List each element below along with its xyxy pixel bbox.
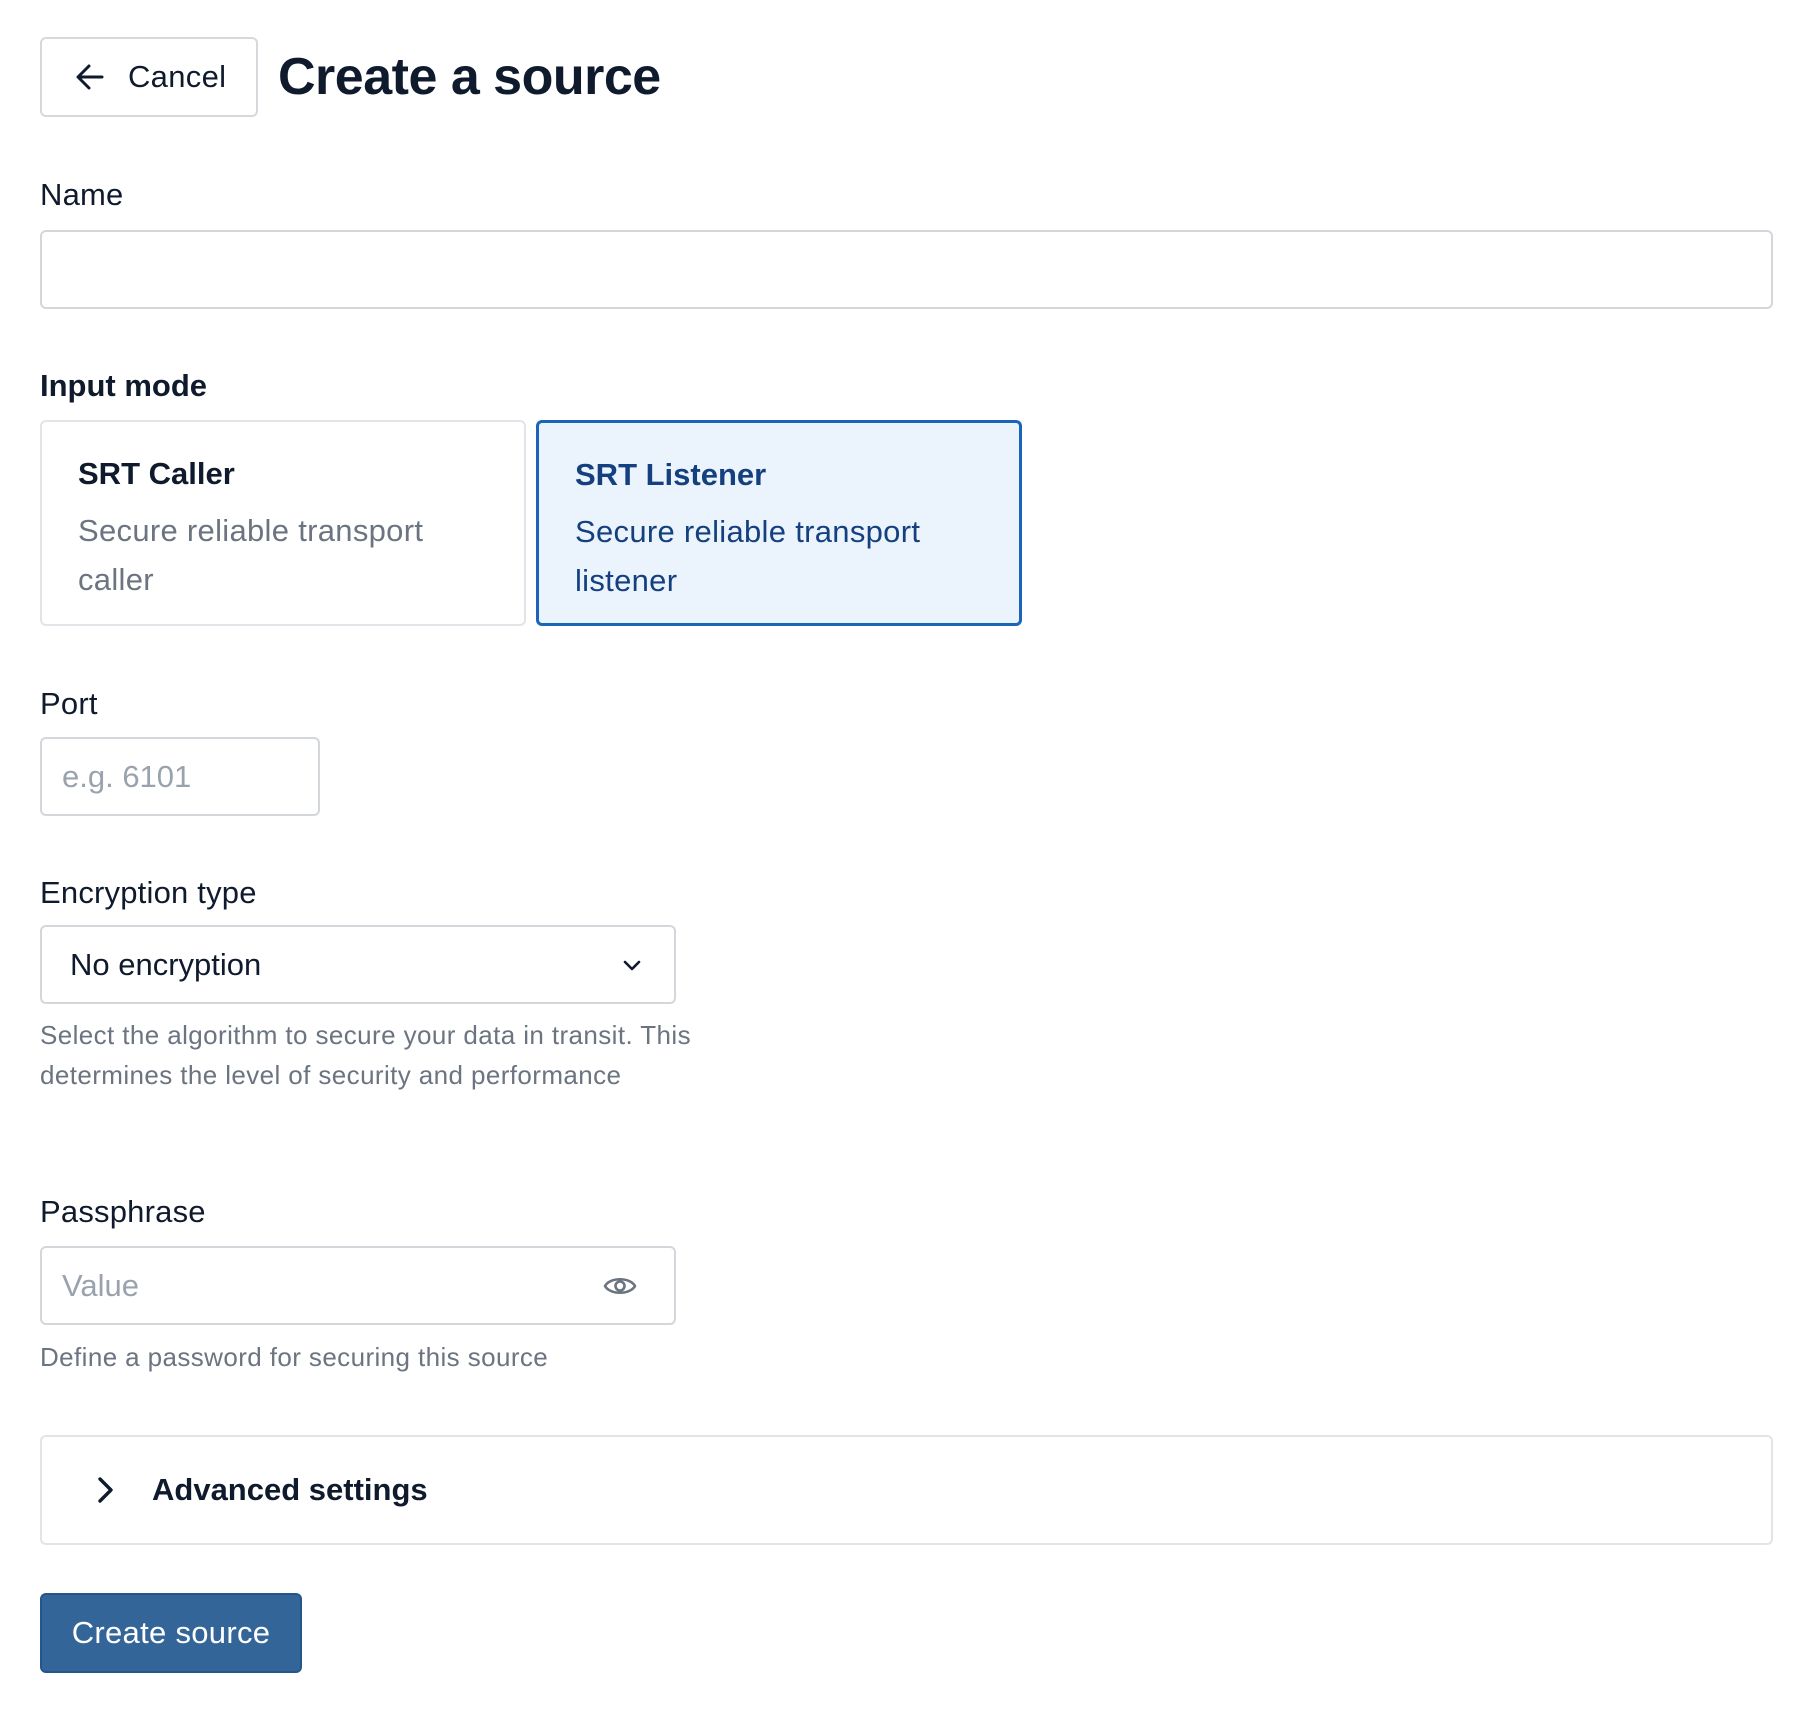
input-mode-option-srt-caller[interactable]: SRT Caller Secure reliable transport cal…: [40, 420, 526, 626]
passphrase-field[interactable]: [40, 1246, 676, 1325]
option-description: Secure reliable transport caller: [78, 513, 424, 597]
create-source-button[interactable]: Create source: [40, 1593, 302, 1673]
option-title: SRT Caller: [78, 456, 235, 491]
encryption-type-label: Encryption type: [40, 875, 257, 910]
cancel-button[interactable]: Cancel: [40, 37, 258, 117]
port-field[interactable]: [40, 737, 320, 816]
port-label: Port: [40, 686, 98, 721]
page-header: Cancel Create a source: [40, 37, 1773, 117]
passphrase-field-wrapper: [40, 1246, 676, 1325]
page-title: Create a source: [278, 48, 661, 106]
chevron-down-icon: [620, 953, 644, 977]
option-description: Secure reliable transport listener: [575, 514, 921, 598]
passphrase-help: Define a password for securing this sour…: [40, 1342, 549, 1372]
arrow-left-icon: [72, 59, 108, 95]
encryption-type-help: Select the algorithm to secure your data…: [40, 1020, 691, 1090]
input-mode-label: Input mode: [40, 368, 208, 403]
create-source-page: Cancel Create a source Name Input mode S…: [40, 37, 1773, 1673]
eye-icon[interactable]: [602, 1268, 638, 1304]
advanced-settings-toggle[interactable]: Advanced settings: [40, 1435, 1773, 1545]
name-field[interactable]: [40, 230, 1773, 309]
name-label: Name: [40, 177, 124, 212]
option-title: SRT Listener: [575, 457, 767, 492]
cancel-button-label: Cancel: [128, 59, 227, 94]
encryption-type-select[interactable]: No encryption: [40, 925, 676, 1004]
advanced-settings-label: Advanced settings: [152, 1472, 428, 1507]
input-mode-option-srt-listener[interactable]: SRT Listener Secure reliable transport l…: [536, 420, 1022, 626]
passphrase-label: Passphrase: [40, 1194, 206, 1229]
encryption-type-value: No encryption: [70, 946, 262, 982]
chevron-right-icon: [92, 1475, 118, 1505]
